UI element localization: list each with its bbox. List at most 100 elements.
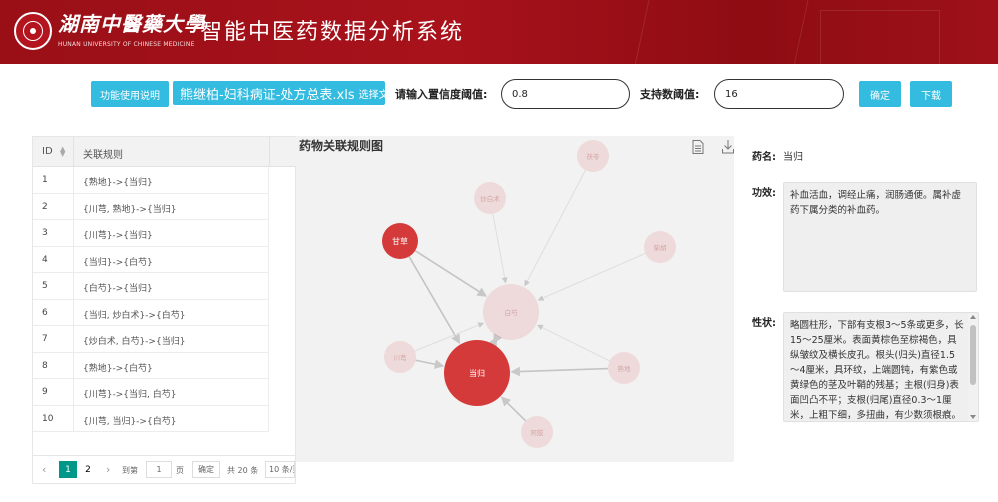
- university-seal-icon: [14, 12, 52, 50]
- row-rule: {当归, 炒白术}->{白芍}: [83, 310, 186, 321]
- graph-node[interactable]: 阿胶: [521, 416, 553, 448]
- document-icon[interactable]: [692, 140, 704, 154]
- table-row[interactable]: 2 {川芎, 熟地}->{当归}: [33, 193, 269, 220]
- row-rule: {川芎, 当归}->{白芍}: [83, 416, 177, 427]
- table-row[interactable]: 9 {川芎}->{当归, 白芍}: [33, 379, 269, 406]
- graph-edge: [493, 333, 503, 344]
- row-id: 4: [42, 254, 48, 265]
- graph-node-label: 甘草: [392, 236, 408, 246]
- row-rule: {熟地}->{当归}: [83, 178, 153, 188]
- graph-node-label: 川芎: [394, 353, 408, 362]
- scrollbar[interactable]: [968, 313, 978, 421]
- table-row[interactable]: 1 {熟地}->{当归}: [33, 167, 269, 194]
- total-count: 共 20 条: [227, 466, 259, 475]
- association-graph[interactable]: 甘草当归 白芍 茯苓炒白术川芎熟地阿胶 柴胡 药物关联规则图: [296, 136, 734, 462]
- page-size-select[interactable]: 10 条/页: [265, 461, 295, 478]
- graph-node[interactable]: 熟地: [608, 352, 640, 384]
- effect-label: 功效:: [752, 188, 776, 199]
- scroll-up-icon[interactable]: [970, 315, 976, 319]
- row-id: 7: [42, 334, 48, 344]
- graph-edge: [524, 169, 586, 287]
- graph-node[interactable]: 柴胡: [644, 231, 676, 263]
- goto-confirm-button[interactable]: 确定: [192, 461, 220, 478]
- herb-name-value: 当归: [783, 152, 803, 163]
- confirm-button[interactable]: 确定: [859, 81, 901, 107]
- graph-node[interactable]: 川芎: [384, 341, 416, 373]
- page-unit-label: 页: [176, 466, 184, 475]
- graph-edge: [510, 366, 609, 377]
- row-rule: {熟地}->{白芍}: [83, 363, 153, 374]
- row-rule: {炒白术, 白芍}->{当归}: [83, 337, 186, 347]
- table-row[interactable]: 4 {当归}->{白芍}: [33, 246, 269, 273]
- graph-node-label: 白芍: [505, 308, 519, 317]
- graph-canvas[interactable]: 甘草当归 白芍 茯苓炒白术川芎熟地阿胶 柴胡: [296, 136, 734, 462]
- scroll-down-icon[interactable]: [970, 415, 976, 419]
- goto-label: 到第: [122, 466, 138, 475]
- graph-node-label: 阿胶: [531, 428, 545, 437]
- file-name: 熊继柏-妇科病证-处方总表.xls: [180, 87, 355, 103]
- rules-table: ID ▲ ▼ 关联规则 1 {熟地}->{当归} 2 {川芎, 熟地}->{当归} 3…: [32, 136, 296, 484]
- property-text: 略圆柱形，下部有支根3～5条或更多，长15～25厘米。表面黄棕色至棕褐色，具纵皱…: [790, 320, 964, 421]
- graph-node[interactable]: 当归: [444, 340, 510, 406]
- graph-edge: [492, 213, 508, 284]
- table-row[interactable]: 10 {川芎, 当归}->{白芍}: [33, 405, 269, 432]
- table-header: ID ▲ ▼ 关联规则: [33, 137, 269, 167]
- row-id: 6: [42, 307, 48, 318]
- column-header-id[interactable]: ID: [42, 146, 53, 157]
- app-root: 湖南中醫藥大學 HUNAN UNIVERSITY OF CHINESE MEDI…: [0, 0, 998, 502]
- table-row[interactable]: 6 {当归, 炒白术}->{白芍}: [33, 299, 269, 326]
- row-rule: {川芎, 熟地}->{当归}: [83, 204, 177, 215]
- pagination: ‹ 1 2 › 到第 1 页 确定 共 20 条 10 条/页: [33, 455, 295, 483]
- table-row[interactable]: 5 {白芍}->{当归}: [33, 273, 269, 300]
- choose-file-label: 选择文件: [358, 89, 385, 101]
- university-name-en: HUNAN UNIVERSITY OF CHINESE MEDICINE: [58, 41, 195, 48]
- row-id: 5: [42, 281, 48, 291]
- row-id: 9: [42, 387, 48, 397]
- confidence-input[interactable]: 0.8: [501, 79, 630, 109]
- table-row[interactable]: 7 {炒白术, 白芍}->{当归}: [33, 326, 269, 353]
- sort-icon[interactable]: ▲ ▼: [60, 146, 65, 158]
- graph-edge: [500, 396, 527, 422]
- support-input[interactable]: 16: [714, 79, 844, 109]
- graph-node-label: 熟地: [618, 364, 632, 373]
- row-id: 3: [42, 228, 48, 238]
- row-id: 2: [42, 201, 48, 212]
- herb-name-label: 药名:: [752, 152, 776, 163]
- graph-node[interactable]: 白芍: [483, 284, 539, 340]
- confidence-label: 请输入置信度阈值:: [395, 88, 488, 101]
- effect-text: 补血活血，调经止痛，润肠通便。属补虚药下属分类的补血药。: [783, 182, 977, 292]
- graph-node-label: 当归: [469, 368, 485, 378]
- help-button[interactable]: 功能使用说明: [91, 81, 169, 107]
- scrollbar-thumb[interactable]: [970, 325, 976, 385]
- download-icon[interactable]: [722, 140, 734, 154]
- graph-node[interactable]: 茯苓: [577, 140, 609, 172]
- graph-node[interactable]: 炒白术: [474, 182, 506, 214]
- row-rule: {当归}->{白芍}: [83, 257, 153, 268]
- column-header-rule: 关联规则: [83, 150, 123, 161]
- goto-page-input[interactable]: 1: [146, 461, 172, 478]
- graph-node-label: 茯苓: [587, 152, 601, 161]
- download-button[interactable]: 下载: [910, 81, 952, 107]
- property-textarea[interactable]: 略圆柱形，下部有支根3～5条或更多，长15～25厘米。表面黄棕色至棕褐色，具纵皱…: [783, 312, 979, 422]
- university-name: 湖南中醫藥大學: [58, 12, 205, 36]
- table-row[interactable]: 8 {熟地}->{白芍}: [33, 352, 269, 379]
- next-page-button[interactable]: ›: [106, 463, 110, 476]
- banner-decoration: [627, 0, 813, 64]
- header-banner: 湖南中醫藥大學 HUNAN UNIVERSITY OF CHINESE MEDI…: [0, 0, 998, 64]
- table-row[interactable]: 3 {川芎}->{当归}: [33, 220, 269, 247]
- graph-edge: [415, 359, 445, 369]
- page-button-1[interactable]: 1: [59, 461, 77, 478]
- graph-edge: [536, 324, 610, 362]
- file-select-button[interactable]: 熊继柏-妇科病证-处方总表.xls 选择文件: [173, 81, 385, 105]
- page-button-2[interactable]: 2: [79, 461, 97, 478]
- row-rule: {川芎}->{当归}: [83, 231, 153, 241]
- property-label: 性状:: [752, 318, 776, 329]
- graph-edge: [414, 250, 488, 297]
- prev-page-button[interactable]: ‹: [42, 463, 46, 476]
- graph-node[interactable]: 甘草: [382, 223, 418, 259]
- system-title: 智能中医药数据分析系统: [200, 20, 465, 45]
- banner-decoration: [820, 10, 940, 64]
- graph-node-label: 柴胡: [654, 243, 667, 252]
- row-rule: {白芍}->{当归}: [83, 284, 153, 294]
- graph-title: 药物关联规则图: [299, 139, 384, 153]
